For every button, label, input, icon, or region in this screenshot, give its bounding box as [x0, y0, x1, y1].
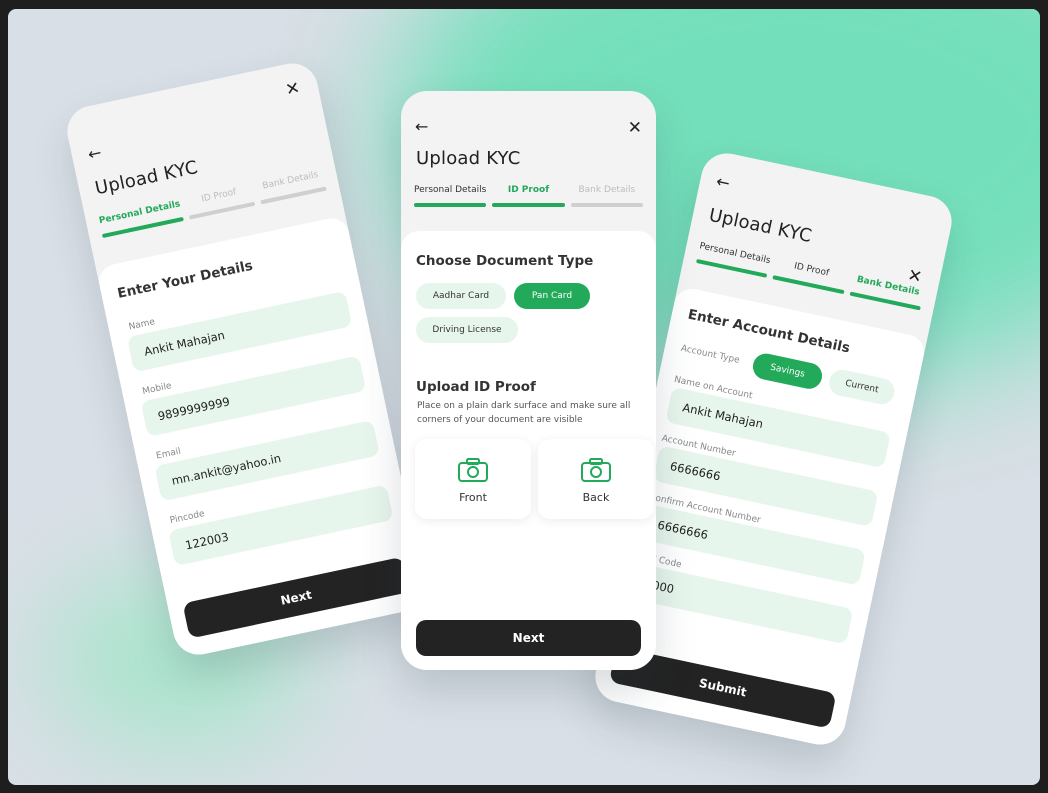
- front-label: Front: [459, 491, 487, 504]
- step-bank-details[interactable]: Bank Details: [570, 185, 643, 207]
- step-personal-details[interactable]: Personal Details: [98, 199, 184, 239]
- upload-hint: Place on a plain dark surface and make s…: [417, 401, 631, 425]
- step-bank-details[interactable]: Bank Details: [257, 169, 327, 205]
- back-arrow-icon[interactable]: ←: [715, 171, 732, 192]
- form-heading: Enter Your Details: [116, 257, 255, 302]
- field-label-mobile: Mobile: [141, 381, 173, 398]
- current-chip[interactable]: Current: [826, 367, 897, 407]
- page-title: Upload KYC: [707, 204, 814, 248]
- next-button[interactable]: Next: [416, 620, 641, 656]
- step-id-proof[interactable]: ID Proof: [492, 185, 565, 207]
- phone-personal-details: ← ✕ Upload KYC Personal Details ID Proof…: [62, 58, 429, 660]
- phone-id-proof: ← ✕ Upload KYC Personal Details ID Proof…: [401, 91, 656, 670]
- page-title: Upload KYC: [416, 148, 521, 169]
- form-card: Choose Document Type Aadhar Card Pan Car…: [401, 231, 656, 670]
- camera-icon: [458, 458, 488, 482]
- next-button[interactable]: Next: [182, 556, 411, 639]
- step-personal-details[interactable]: Personal Details: [696, 241, 771, 278]
- step-id-proof[interactable]: ID Proof: [772, 258, 848, 295]
- document-type-heading: Choose Document Type: [416, 253, 594, 269]
- pan-card-chip[interactable]: Pan Card: [514, 283, 590, 309]
- page-title: Upload KYC: [93, 156, 200, 200]
- driving-license-chip[interactable]: Driving License: [416, 317, 518, 343]
- close-icon[interactable]: ✕: [628, 118, 642, 138]
- field-label-name: Name: [127, 317, 156, 333]
- upload-heading: Upload ID Proof: [416, 379, 536, 395]
- back-label: Back: [582, 491, 610, 504]
- close-icon[interactable]: ✕: [284, 78, 302, 101]
- account-type-label: Account Type: [679, 343, 741, 366]
- field-label-email: Email: [155, 446, 182, 462]
- close-icon[interactable]: ✕: [906, 265, 924, 288]
- mobile-input[interactable]: 9899999999: [140, 355, 367, 437]
- email-input[interactable]: mn.ankit@yahoo.in: [154, 419, 380, 502]
- camera-icon: [581, 458, 611, 482]
- savings-chip[interactable]: Savings: [750, 351, 825, 392]
- step-id-proof[interactable]: ID Proof: [185, 184, 256, 220]
- back-arrow-icon[interactable]: ←: [86, 143, 103, 164]
- step-personal-details[interactable]: Personal Details: [414, 185, 487, 207]
- progress-steps: Personal Details ID Proof Bank Details: [414, 185, 643, 207]
- name-input[interactable]: Ankit Mahajan: [126, 290, 353, 373]
- canvas: ← ✕ Upload KYC Personal Details ID Proof…: [8, 9, 1040, 785]
- aadhar-card-chip[interactable]: Aadhar Card: [416, 283, 506, 309]
- front-upload-card[interactable]: Front: [415, 439, 531, 519]
- pincode-input[interactable]: 122003: [168, 484, 394, 567]
- back-upload-card[interactable]: Back: [538, 439, 654, 519]
- back-arrow-icon[interactable]: ←: [415, 117, 428, 136]
